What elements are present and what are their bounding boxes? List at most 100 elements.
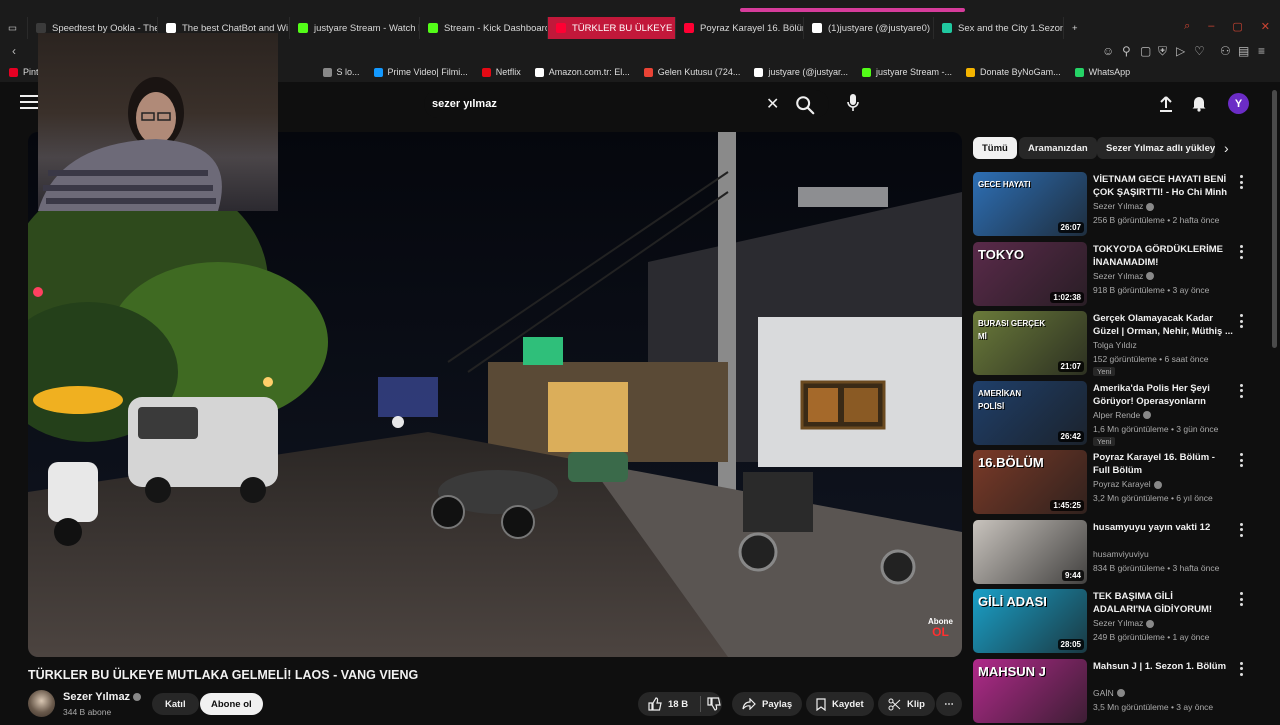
maximize-button[interactable]: ▢ (1232, 20, 1242, 33)
video-thumbnail[interactable]: GİLİ ADASI 28:05 (973, 589, 1087, 653)
video-title: TÜRKLER BU ÜLKEYE MUTLAKA GELMELİ! LAOS … (28, 668, 419, 682)
back-icon[interactable]: ‹ (12, 44, 16, 58)
account-avatar[interactable]: Y (1228, 93, 1249, 114)
video-thumbnail[interactable]: TOKYO 1:02:38 (973, 241, 1087, 306)
clear-search-icon[interactable]: ✕ (766, 94, 779, 114)
scrollbar[interactable] (1272, 90, 1277, 348)
share-button[interactable]: Paylaş (732, 692, 803, 716)
bookmark-item[interactable]: justyare (@justyar... (747, 67, 855, 77)
screenshot-icon[interactable]: ▢ (1140, 44, 1151, 58)
search-input[interactable] (424, 98, 754, 110)
bookmark-item[interactable]: justyare Stream -... (855, 67, 959, 77)
bookmark-item[interactable]: S lo... (316, 67, 367, 77)
recommended-video[interactable]: 16.BÖLÜM 1:45:25 Poyraz Karayel 16. Bölüm … (973, 450, 1268, 516)
profile-icon[interactable]: ⚇ (1220, 44, 1231, 58)
bookmark-item[interactable]: Prime Video| Filmi... (367, 67, 475, 77)
more-vertical-icon[interactable] (1235, 522, 1247, 537)
tab-list-icon[interactable]: ▭ (0, 17, 28, 39)
upload-icon[interactable] (1158, 95, 1174, 113)
channel-name[interactable]: Sezer Yılmaz (1093, 201, 1155, 211)
filter-chip[interactable]: Sezer Yılmaz adlı yükley (1097, 137, 1215, 159)
shield-icon[interactable]: ⛨ (1158, 44, 1167, 59)
extensions-icon[interactable]: ▤ (1238, 44, 1249, 58)
subscribe-button[interactable]: Abone ol (200, 693, 263, 715)
heart-icon[interactable]: ♡ (1194, 44, 1205, 58)
video-title[interactable]: Amerika'da Polis Her Şeyi Görüyor! Opera… (1093, 382, 1233, 409)
video-title[interactable]: husamyuyu yayın vakti 12 (1093, 521, 1233, 534)
recommended-video[interactable]: MAHSUN J Mahsun J | 1. Sezon 1. Bölüm GAİN… (973, 658, 1268, 725)
more-vertical-icon[interactable] (1235, 175, 1247, 189)
video-thumbnail[interactable]: 9:44 (973, 519, 1087, 584)
tab-label: Poyraz Karayel 16. Bölüm (700, 22, 804, 34)
clip-button[interactable]: Klip (878, 692, 935, 716)
search-icon[interactable] (794, 94, 816, 116)
channel-name[interactable]: Sezer Yılmaz (1093, 618, 1155, 628)
channel-avatar[interactable] (28, 690, 55, 717)
video-thumbnail[interactable]: AMERİKAN POLİSİ 26:42 (973, 380, 1087, 445)
play-icon[interactable]: ▷ (1176, 44, 1185, 58)
search-tabs-icon[interactable]: ⌕ (1184, 20, 1190, 33)
browser-tab[interactable]: (1)justyare (@justyare0) | (804, 17, 934, 39)
channel-name[interactable]: GAİN (1093, 688, 1125, 698)
more-vertical-icon[interactable] (1235, 244, 1247, 259)
browser-tab[interactable]: Sex and the City 1.Sezon (934, 17, 1064, 39)
close-window-button[interactable]: ✕ (1261, 20, 1270, 33)
bookmark-favicon-icon (1074, 67, 1084, 77)
channel-name[interactable]: husamviyuviyu (1093, 549, 1149, 559)
minimize-button[interactable]: – (1208, 20, 1214, 33)
channel-name[interactable]: Sezer Yılmaz (63, 691, 142, 703)
menu-icon[interactable] (20, 95, 38, 109)
video-thumbnail[interactable]: GECE HAYATI 26:07 (973, 172, 1087, 236)
recommended-video[interactable]: TOKYO 1:02:38 TOKYO'DA GÖRDÜKLERİME İNANAM… (973, 241, 1268, 308)
video-thumbnail[interactable]: MAHSUN J (973, 658, 1087, 723)
video-thumbnail[interactable]: 16.BÖLÜM 1:45:25 (973, 450, 1087, 514)
recommended-video[interactable]: AMERİKAN POLİSİ 26:42 Amerika'da Polis Her… (973, 380, 1268, 447)
bookmark-item[interactable]: Netflix (475, 67, 528, 77)
video-title[interactable]: Mahsun J | 1. Sezon 1. Bölüm (1093, 660, 1233, 673)
pin-icon[interactable]: ⚲ (1122, 44, 1131, 58)
subscribe-watermark[interactable]: Abone OL (928, 616, 953, 638)
video-title[interactable]: Gerçek Olamayacak Kadar Güzel | Orman, N… (1093, 312, 1233, 338)
recommended-video[interactable]: BURASI GERÇEK Mİ 21:07 Gerçek Olamayacak K… (973, 311, 1268, 377)
more-vertical-icon[interactable] (1235, 453, 1247, 467)
browser-tab[interactable]: justyare Stream - Watch L (290, 17, 420, 39)
bookmark-item[interactable]: Gelen Kutusu (724... (637, 67, 748, 77)
video-title[interactable]: TEK BAŞIMA GİLİ ADALARI'NA GİDİYORUM! (1093, 590, 1233, 616)
channel-name[interactable]: Poyraz Karayel (1093, 479, 1162, 489)
bookmark-item[interactable]: WhatsApp (1068, 67, 1138, 77)
channel-name[interactable]: Tolga Yıldız (1093, 340, 1137, 350)
recommended-video[interactable]: GİLİ ADASI 28:05 TEK BAŞIMA GİLİ ADALARI'N… (973, 589, 1268, 655)
notifications-bell-icon[interactable] (1191, 94, 1207, 112)
browser-tab[interactable]: Stream - Kick Dashboard (420, 17, 548, 39)
save-button[interactable]: Kaydet (806, 692, 874, 716)
new-tab-button[interactable]: + (1064, 17, 1088, 39)
more-actions-button[interactable]: ⋯ (936, 692, 962, 716)
chevron-right-icon[interactable]: › (1224, 140, 1229, 156)
like-button[interactable]: 18 B (648, 697, 688, 711)
thumbs-down-icon[interactable] (707, 697, 721, 711)
more-vertical-icon[interactable] (1235, 383, 1247, 398)
filter-chip[interactable]: Aramanızdan (1019, 137, 1097, 159)
video-title[interactable]: VİETNAM GECE HAYATI BENİ ÇOK ŞAŞIRTTI! -… (1093, 173, 1233, 199)
join-button[interactable]: Katıl (152, 693, 199, 715)
video-title[interactable]: TOKYO'DA GÖRDÜKLERİME İNANAMADIM! (1093, 243, 1233, 269)
more-vertical-icon[interactable] (1235, 661, 1247, 676)
browser-menu-icon[interactable]: ≡ (1258, 44, 1265, 58)
channel-name[interactable]: Sezer Yılmaz (1093, 271, 1155, 281)
video-thumbnail[interactable]: BURASI GERÇEK Mİ 21:07 (973, 311, 1087, 375)
recommended-video[interactable]: 9:44 husamyuyu yayın vakti 12 husamviyuviy… (973, 519, 1268, 586)
channel-name[interactable]: Alper Rende (1093, 410, 1152, 420)
recommended-video[interactable]: GECE HAYATI 26:07 VİETNAM GECE HAYATI BENİ… (973, 172, 1268, 238)
microphone-icon[interactable] (846, 93, 860, 113)
bookmark-item[interactable]: Amazon.com.tr: El... (528, 67, 637, 77)
more-vertical-icon[interactable] (1235, 592, 1247, 606)
filter-chip[interactable]: Tümü (973, 137, 1017, 159)
bookmark-favicon-icon (373, 67, 383, 77)
like-dislike-group: 18 B (638, 692, 722, 716)
browser-tab[interactable]: Poyraz Karayel 16. Bölüm (676, 17, 804, 39)
bookmark-item[interactable]: Donate ByNoGam... (959, 67, 1068, 77)
video-title[interactable]: Poyraz Karayel 16. Bölüm - Full Bölüm (1093, 451, 1233, 477)
emoji-icon[interactable]: ☺ (1102, 44, 1114, 58)
browser-tab[interactable]: TÜRKLER BU ÜLKEYE (548, 17, 676, 39)
more-vertical-icon[interactable] (1235, 314, 1247, 328)
